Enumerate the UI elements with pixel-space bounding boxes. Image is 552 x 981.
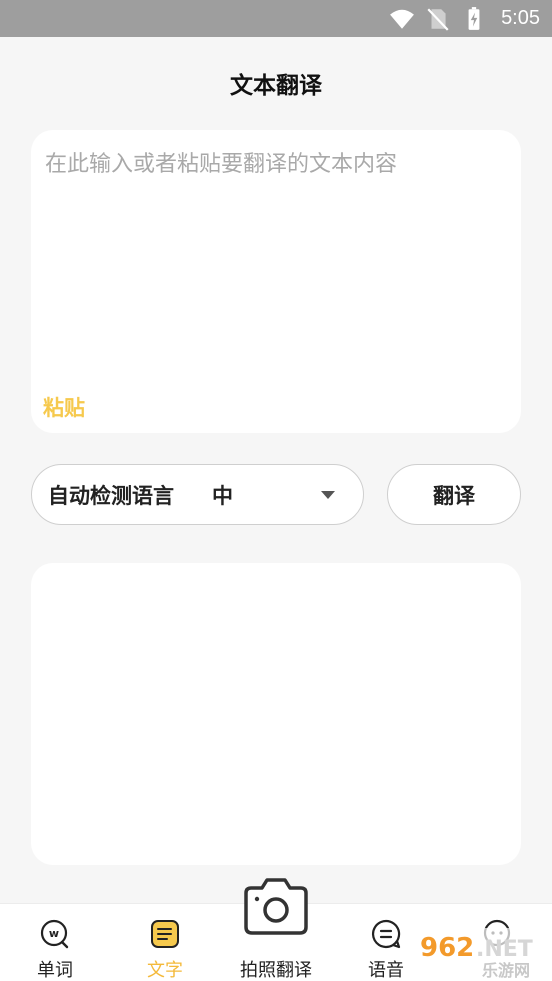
svg-text:乐游网: 乐游网 [482,961,530,980]
document-icon [151,920,179,948]
output-card [31,563,521,865]
status-time: 5:05 [501,7,540,29]
svg-text:962: 962 [420,933,474,963]
status-bar: 5:05 [0,0,552,37]
site-watermark-logo: 962 .NET 乐游网 [416,928,548,980]
nav-label-text: 文字 [147,960,183,981]
svg-text:w: w [49,927,59,940]
target-language-label: 中 [212,483,233,508]
dropdown-caret-icon [321,491,335,499]
source-text-input[interactable] [45,146,505,376]
paste-button[interactable]: 粘贴 [43,392,85,422]
nav-label-photo-translate: 拍照翻译 [240,960,312,981]
input-card: 粘贴 [31,130,521,433]
camera-icon[interactable] [240,877,312,937]
wifi-icon [390,9,414,29]
translate-button[interactable]: 翻译 [387,464,521,525]
battery-charging-icon [468,6,480,30]
nav-label-word: 单词 [37,960,73,981]
word-search-icon: w [40,919,69,949]
source-language-label: 自动检测语言 [48,483,174,508]
svg-text:.NET: .NET [476,937,533,962]
no-sim-icon [427,8,449,31]
language-selector[interactable]: 自动检测语言 中 [31,464,364,525]
nav-item-text[interactable]: 文字 [110,904,220,981]
page-title: 文本翻译 [230,73,322,99]
nav-item-word[interactable]: w 单词 [0,904,110,981]
speech-bubble-icon [371,919,401,949]
